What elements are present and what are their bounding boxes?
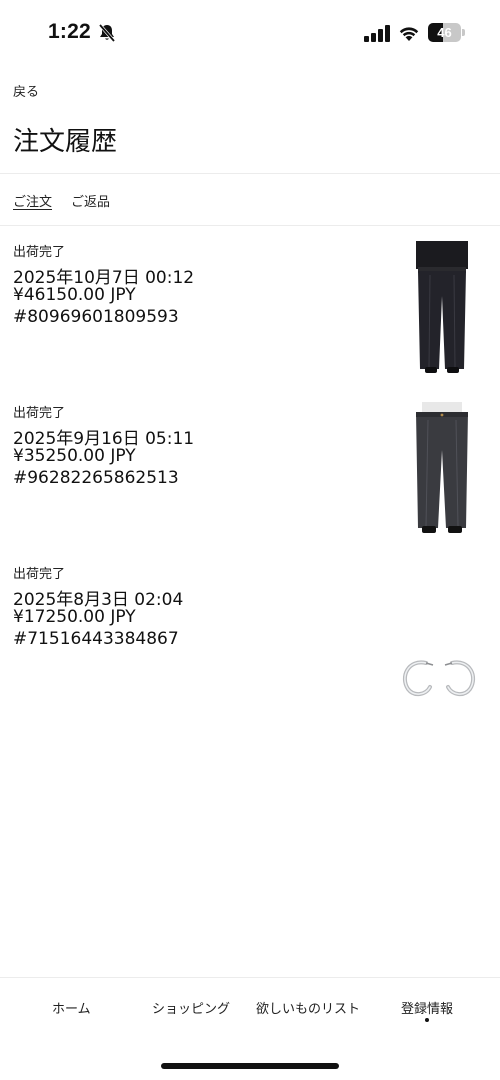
bell-slash-icon (98, 23, 116, 43)
order-number: #96282265862513 (13, 468, 179, 488)
product-image-black-trousers[interactable] (408, 241, 476, 376)
header-divider (0, 173, 500, 174)
tab-returns[interactable]: ご返品 (71, 191, 110, 210)
order-price: ¥17250.00 JPY (13, 607, 136, 627)
nav-item-wishlist[interactable]: 欲しいものリスト (256, 998, 360, 1017)
order-price: ¥46150.00 JPY (13, 285, 136, 305)
product-image-black-jeans[interactable] (408, 402, 476, 537)
order-status: 出荷完了 (13, 406, 66, 421)
page-title: 注文履歴 (13, 127, 118, 157)
order-number: #71516443384867 (13, 629, 179, 649)
order-item[interactable]: 出荷完了 2025年8月3日 02:04 ¥17250.00 JPY #7151… (0, 563, 500, 703)
order-status: 出荷完了 (13, 245, 66, 260)
product-image-silver-earrings[interactable] (396, 655, 482, 703)
status-bar: 1:22 46 (0, 0, 500, 62)
status-time: 1:22 (48, 20, 91, 43)
order-item[interactable]: 出荷完了 2025年9月16日 05:11 ¥35250.00 JPY #962… (0, 402, 500, 542)
order-number: #80969601809593 (13, 307, 179, 327)
back-link[interactable]: 戻る (13, 81, 39, 100)
cellular-signal-icon (364, 25, 390, 42)
nav-item-account[interactable]: 登録情報 (401, 998, 453, 1017)
nav-item-home[interactable]: ホーム (52, 998, 91, 1017)
order-status: 出荷完了 (13, 567, 66, 582)
battery-icon: 46 (428, 23, 466, 42)
active-indicator-dot (425, 1018, 429, 1022)
nav-item-shopping[interactable]: ショッピング (152, 998, 230, 1017)
battery-level: 46 (437, 25, 452, 40)
tab-orders[interactable]: ご注文 (13, 191, 52, 210)
order-price: ¥35250.00 JPY (13, 446, 136, 466)
order-item[interactable]: 出荷完了 2025年10月7日 00:12 ¥46150.00 JPY #809… (0, 241, 500, 381)
tabs-divider (0, 225, 500, 226)
wifi-icon (399, 27, 419, 41)
home-indicator (161, 1063, 339, 1069)
